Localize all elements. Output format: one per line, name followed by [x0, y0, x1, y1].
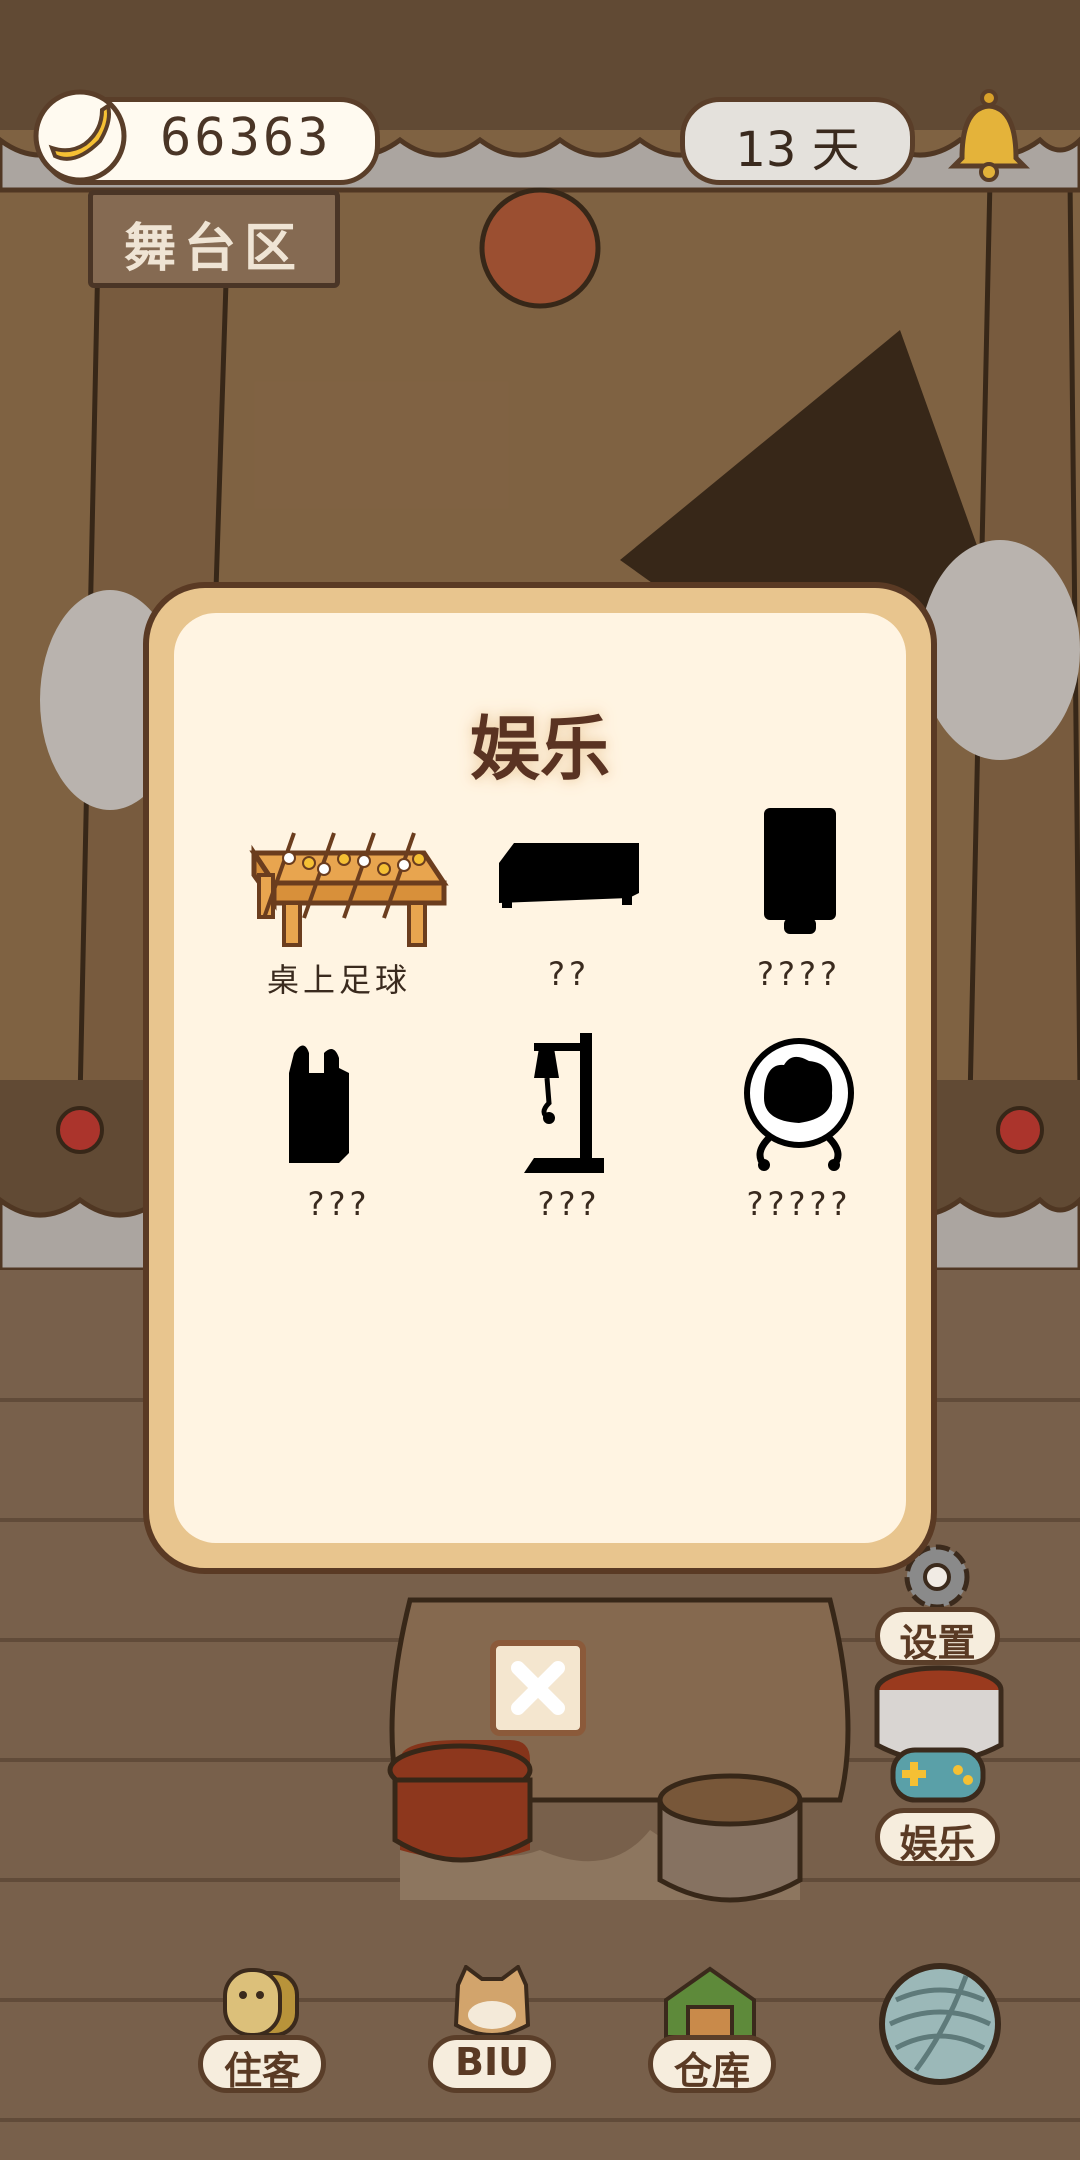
close-icon [511, 1661, 565, 1715]
area-sign: 舞台区 [88, 190, 340, 288]
entertainment-modal: 娱乐 桌上足球 ?? ???? ??? ??? ????? [143, 582, 937, 1574]
modal-panel: 娱乐 桌上足球 ?? ???? ??? ??? ????? [174, 613, 906, 1543]
residents-label: 住客 [223, 2049, 300, 2093]
day-counter: 13 天 [680, 97, 915, 185]
item-label: ???? [757, 955, 841, 993]
biu-tab[interactable]: BIU [428, 2035, 556, 2093]
settings-button[interactable]: 设置 [875, 1607, 1000, 1665]
settings-label: 设置 [899, 1621, 976, 1665]
gamepad-icon[interactable] [888, 1740, 988, 1810]
foosball-table-icon [249, 832, 449, 947]
item-label: 桌上足球 [266, 961, 411, 999]
cat-icon [453, 1965, 531, 2037]
item-label: ?? [548, 955, 590, 993]
banana-icon [33, 89, 127, 183]
residents-tab[interactable]: 住客 [198, 2035, 326, 2093]
catalog-item-3[interactable]: ???? [684, 803, 914, 1003]
entertainment-button[interactable]: 娱乐 [875, 1808, 1000, 1866]
locked-item-silhouette-icon [289, 1045, 349, 1163]
catalog-item-6[interactable]: ????? [684, 1033, 914, 1233]
resident-icon [223, 1968, 299, 2037]
modal-title: 娱乐 [470, 708, 610, 790]
catalog-item-4[interactable]: ??? [224, 1033, 454, 1233]
catalog-item-5[interactable]: ??? [454, 1033, 684, 1233]
yarn-ball-icon[interactable] [876, 1960, 1004, 2088]
catalog-item-2[interactable]: ?? [454, 803, 684, 1003]
coin-value: 66363 [160, 108, 332, 168]
locked-item-silhouette-icon [524, 1033, 604, 1173]
entertainment-label: 娱乐 [899, 1822, 976, 1866]
bell-icon[interactable] [948, 88, 1030, 183]
warehouse-icon [664, 1966, 756, 2039]
biu-label: BIU [455, 2040, 529, 2084]
item-label: ????? [746, 1185, 852, 1223]
item-label: ??? [307, 1185, 371, 1223]
close-modal-button[interactable] [490, 1640, 586, 1736]
catalog-item-1[interactable]: 桌上足球 [224, 803, 454, 1003]
day-counter-text: 13 天 [735, 122, 860, 178]
item-label: ??? [537, 1185, 601, 1223]
warehouse-tab[interactable]: 仓库 [648, 2035, 776, 2093]
locked-item-silhouette-icon [744, 1038, 854, 1171]
locked-item-silhouette-icon [499, 843, 639, 908]
warehouse-label: 仓库 [673, 2049, 750, 2093]
area-sign-text: 舞台区 [123, 219, 304, 279]
locked-item-silhouette-icon [764, 808, 836, 934]
